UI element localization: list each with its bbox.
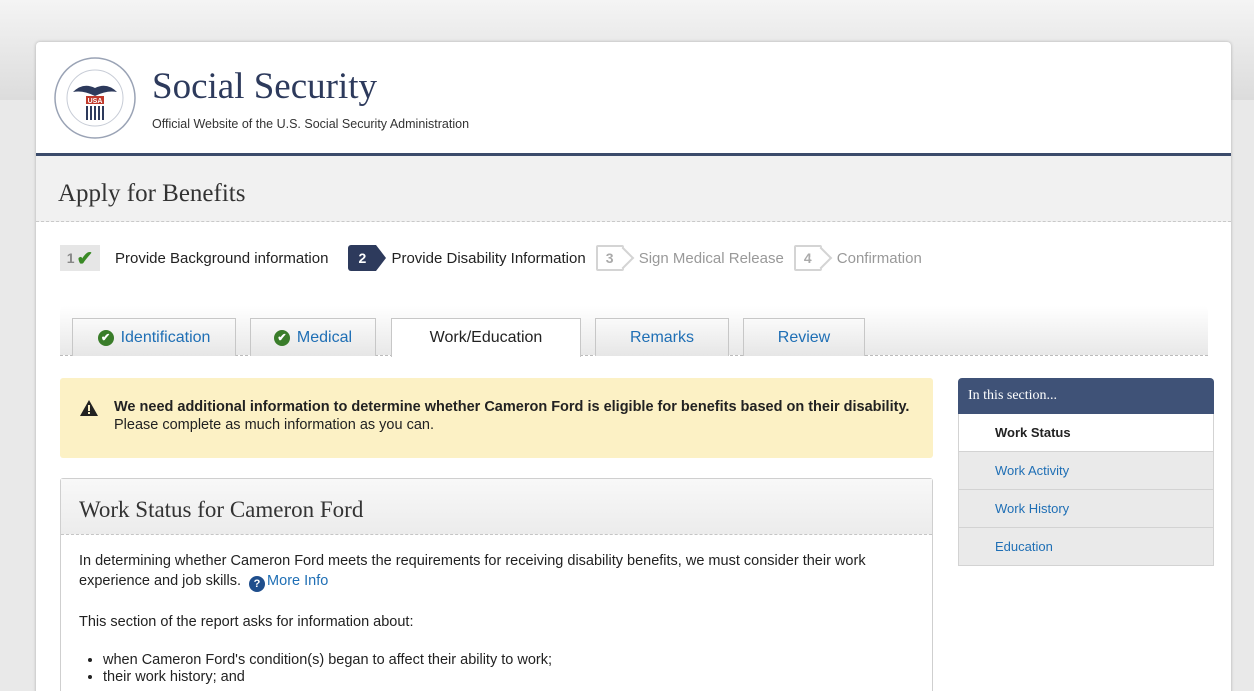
section-nav-work-status[interactable]: Work Status — [958, 414, 1214, 452]
page-title: Apply for Benefits — [58, 180, 246, 207]
step-1-label: Provide Background information — [115, 249, 329, 267]
step-2-label: Provide Disability Information — [391, 249, 586, 267]
section-nav-heading: In this section... — [958, 378, 1214, 414]
step-1-number: 1 ✔ — [60, 245, 100, 271]
tab-remarks[interactable]: Remarks — [595, 318, 729, 356]
tab-remarks-label: Remarks — [629, 328, 694, 346]
tab-identification-label: Identification — [120, 328, 211, 346]
section-nav-work-activity[interactable]: Work Activity — [958, 452, 1214, 490]
complete-check-icon: ✔ — [97, 329, 114, 346]
tab-work-education[interactable]: Work/Education — [391, 318, 581, 357]
panel-title: Work Status for Cameron Ford — [79, 497, 364, 522]
tab-medical-label: Medical — [296, 328, 353, 346]
work-status-panel: Work Status for Cameron Ford In determin… — [60, 478, 933, 691]
section-nav: In this section... Work Status Work Acti… — [958, 378, 1214, 566]
section-tabs: ✔ Identification ✔ Medical Work/Educatio… — [60, 306, 1208, 357]
site-header: USA Social Security Official Website of … — [36, 42, 1231, 156]
ssa-seal-logo[interactable]: USA — [53, 56, 137, 140]
seal-usa-text: USA — [88, 98, 103, 105]
tab-medical[interactable]: ✔ Medical — [250, 318, 376, 356]
question-icon[interactable]: ? — [249, 576, 266, 592]
step-2: 2 Provide Disability Information — [348, 245, 586, 271]
step-4: 4 Confirmation — [793, 245, 922, 271]
tab-review-label: Review — [777, 328, 831, 346]
info-alert: We need additional information to determ… — [60, 378, 933, 458]
apply-band: Apply for Benefits — [36, 156, 1231, 222]
more-info-link[interactable]: More Info — [267, 573, 328, 589]
complete-check-icon: ✔ — [273, 329, 290, 346]
step-3-number: 3 — [595, 245, 624, 271]
site-title[interactable]: Social Security — [152, 65, 377, 108]
alert-bold-text: We need additional information to determ… — [114, 399, 910, 415]
warning-icon — [80, 400, 98, 416]
step-3: 3 Sign Medical Release — [595, 245, 784, 271]
alert-text: Please complete as much information as y… — [114, 417, 434, 433]
section-nav-education[interactable]: Education — [958, 528, 1214, 566]
checkmark-icon: ✔ — [76, 247, 94, 270]
tab-work-education-label: Work/Education — [429, 329, 543, 346]
tab-review[interactable]: Review — [743, 318, 865, 356]
step-2-number: 2 — [348, 245, 387, 271]
step-1-digit: 1 — [66, 250, 75, 266]
intro-paragraph: In determining whether Cameron Ford meet… — [79, 551, 914, 592]
step-4-label: Confirmation — [836, 249, 922, 267]
tab-identification[interactable]: ✔ Identification — [72, 318, 236, 356]
step-4-number: 4 — [793, 245, 822, 271]
panel-body: In determining whether Cameron Ford meet… — [61, 535, 932, 691]
panel-header: Work Status for Cameron Ford — [61, 479, 932, 535]
intro-text: In determining whether Cameron Ford meet… — [79, 553, 866, 589]
section-nav-work-history[interactable]: Work History — [958, 490, 1214, 528]
site-subtitle: Official Website of the U.S. Social Secu… — [152, 117, 470, 131]
info-list: when Cameron Ford's condition(s) began t… — [103, 652, 914, 686]
list-item: their work history; and — [103, 669, 914, 686]
progress-steps: 1 ✔ Provide Background information 2 Prov… — [60, 242, 932, 274]
step-1: 1 ✔ Provide Background information — [60, 245, 328, 271]
list-item: when Cameron Ford's condition(s) began t… — [103, 652, 914, 669]
page-container: USA Social Security Official Website of … — [36, 42, 1231, 691]
section-text: This section of the report asks for info… — [79, 614, 414, 630]
step-3-label: Sign Medical Release — [638, 249, 784, 267]
